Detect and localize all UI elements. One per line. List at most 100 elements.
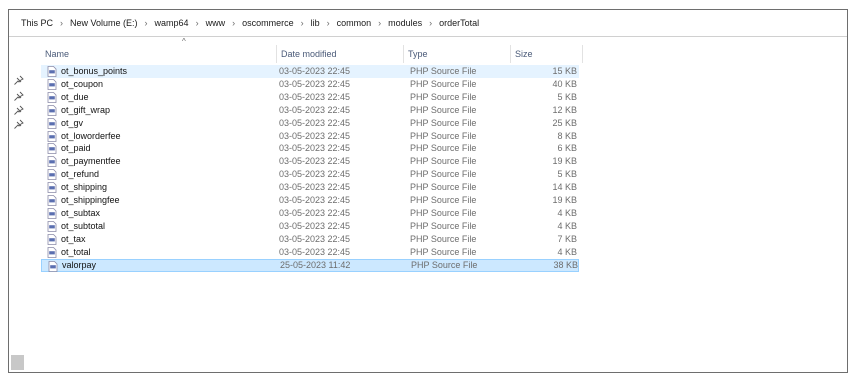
file-list: ^ Name Date modified Type Size ot_bonus_…: [33, 37, 847, 372]
breadcrumb-this-pc[interactable]: This PC: [19, 18, 55, 28]
file-type: PHP Source File: [410, 78, 477, 89]
file-name: valorpay: [62, 259, 97, 270]
file-type: PHP Source File: [410, 220, 477, 231]
file-size: 19 KB: [552, 156, 577, 167]
file-size: 4 KB: [557, 207, 577, 218]
file-date-modified: 03-05-2023 22:45: [279, 156, 351, 167]
file-size: 5 KB: [557, 169, 577, 180]
file-size: 19 KB: [552, 195, 577, 205]
pin-icon[interactable]: [14, 91, 24, 101]
file-row[interactable]: ot_tax 03-05-2023 22:45 PHP Source File 7 K…: [41, 233, 579, 246]
php-file-icon: [47, 220, 57, 232]
file-type: PHP Source File: [410, 130, 477, 141]
file-row[interactable]: ot_gv 03-05-2023 22:45 PHP Source File 25 K…: [41, 117, 579, 130]
file-row[interactable]: ot_shipping 03-05-2023 22:45 PHP Source Fi…: [41, 181, 579, 194]
file-row[interactable]: ot_coupon 03-05-2023 22:45 PHP Source File…: [41, 78, 579, 91]
breadcrumb-wamp64[interactable]: wamp64: [153, 18, 191, 28]
file-name: ot_paid: [61, 143, 91, 154]
php-file-icon: [47, 130, 57, 142]
breadcrumb-chevron-icon[interactable]: ›: [55, 18, 68, 28]
file-row[interactable]: ot_shippingfee 03-05-2023 22:45 PHP Source…: [41, 194, 579, 207]
file-row[interactable]: ot_loworderfee 03-05-2023 22:45 PHP Source…: [41, 130, 579, 143]
file-name: ot_loworderfee: [61, 130, 121, 141]
php-file-icon: [47, 78, 57, 90]
file-size: 6 KB: [557, 143, 577, 154]
file-name: ot_paymentfee: [61, 156, 121, 167]
breadcrumb-modules[interactable]: modules: [386, 18, 424, 28]
file-type: PHP Source File: [410, 195, 477, 205]
breadcrumb-oscommerce[interactable]: oscommerce: [240, 18, 296, 28]
file-date-modified: 03-05-2023 22:45: [279, 220, 351, 231]
file-row[interactable]: ot_total 03-05-2023 22:45 PHP Source File 4…: [41, 246, 579, 259]
file-type: PHP Source File: [410, 143, 477, 154]
file-name: ot_subtax: [61, 207, 101, 218]
column-header-type[interactable]: Type: [404, 45, 511, 63]
php-file-icon: [47, 117, 57, 129]
file-name: ot_coupon: [61, 78, 104, 89]
file-name: ot_refund: [61, 169, 100, 180]
file-row[interactable]: ot_refund 03-05-2023 22:45 PHP Source File…: [41, 168, 579, 181]
breadcrumb-common[interactable]: common: [335, 18, 374, 28]
file-type: PHP Source File: [410, 233, 477, 244]
breadcrumb-chevron-icon[interactable]: ›: [296, 18, 309, 28]
file-row[interactable]: ot_paymentfee 03-05-2023 22:45 PHP Source …: [41, 155, 579, 168]
file-date-modified: 03-05-2023 22:45: [279, 91, 351, 102]
php-file-icon: [47, 246, 57, 258]
column-header-date[interactable]: Date modified: [277, 45, 404, 63]
file-date-modified: 03-05-2023 22:45: [279, 143, 351, 154]
php-file-icon: [47, 182, 57, 193]
pin-icon[interactable]: [14, 75, 24, 85]
file-name: ot_gv: [61, 117, 84, 128]
breadcrumb-chevron-icon[interactable]: ›: [424, 18, 437, 28]
file-size: 38 KB: [553, 259, 578, 270]
file-date-modified: 25-05-2023 11:42: [280, 259, 351, 270]
file-date-modified: 03-05-2023 22:45: [279, 130, 351, 141]
php-file-icon: [47, 207, 57, 219]
file-type: PHP Source File: [410, 117, 477, 128]
file-name: ot_tax: [61, 233, 86, 244]
file-size: 5 KB: [557, 91, 577, 102]
file-type: PHP Source File: [410, 169, 477, 180]
file-date-modified: 03-05-2023 22:45: [279, 207, 351, 218]
file-row[interactable]: ot_paid 03-05-2023 22:45 PHP Source File 6 …: [41, 142, 579, 155]
column-header-size[interactable]: Size: [511, 45, 583, 63]
php-file-icon: [47, 156, 57, 168]
column-header-size-label: Size: [515, 49, 533, 59]
file-type: PHP Source File: [410, 156, 477, 167]
scrollbar-stub[interactable]: [11, 355, 24, 370]
breadcrumb-chevron-icon[interactable]: ›: [322, 18, 335, 28]
file-type: PHP Source File: [410, 246, 477, 257]
breadcrumb-chevron-icon[interactable]: ›: [191, 18, 204, 28]
breadcrumb-new-volume[interactable]: New Volume (E:): [68, 18, 140, 28]
file-size: 4 KB: [557, 220, 577, 231]
file-type: PHP Source File: [410, 91, 477, 102]
file-date-modified: 03-05-2023 22:45: [279, 246, 351, 257]
file-row[interactable]: ot_bonus_points 03-05-2023 22:45 PHP Sourc…: [41, 65, 579, 78]
column-header-name-label: Name: [45, 49, 70, 59]
file-row[interactable]: ot_subtax 03-05-2023 22:45 PHP Source File…: [41, 207, 579, 220]
address-bar[interactable]: This PC › New Volume (E:) › wamp64 › www…: [9, 10, 847, 37]
breadcrumb-ordertotal[interactable]: orderTotal: [437, 18, 481, 28]
file-row[interactable]: ot_due 03-05-2023 22:45 PHP Source File 5 K…: [41, 91, 579, 104]
breadcrumb-chevron-icon[interactable]: ›: [227, 18, 240, 28]
php-file-icon: [47, 91, 57, 103]
file-row[interactable]: ot_gift_wrap 03-05-2023 22:45 PHP Source F…: [41, 104, 579, 117]
file-row[interactable]: ot_subtotal 03-05-2023 22:45 PHP Source Fi…: [41, 220, 579, 233]
file-name: ot_shippingfee: [61, 195, 120, 205]
file-row[interactable]: valorpay 25-05-2023 11:42 PHP Source File 3…: [41, 258, 579, 272]
column-header-type-label: Type: [408, 49, 428, 59]
breadcrumb-lib[interactable]: lib: [309, 18, 322, 28]
breadcrumb-chevron-icon[interactable]: ›: [140, 18, 153, 28]
pin-icon[interactable]: [14, 119, 24, 129]
pin-icon[interactable]: [14, 105, 24, 115]
file-name: ot_due: [61, 91, 89, 102]
breadcrumb-www[interactable]: www: [204, 18, 228, 28]
column-header-name[interactable]: Name: [41, 45, 277, 63]
breadcrumb-chevron-icon[interactable]: ›: [373, 18, 386, 28]
php-file-icon: [47, 195, 57, 206]
file-size: 14 KB: [552, 182, 577, 193]
file-type: PHP Source File: [410, 104, 477, 115]
php-file-icon: [47, 233, 57, 245]
file-date-modified: 03-05-2023 22:45: [279, 233, 351, 244]
file-name: ot_total: [61, 246, 91, 257]
